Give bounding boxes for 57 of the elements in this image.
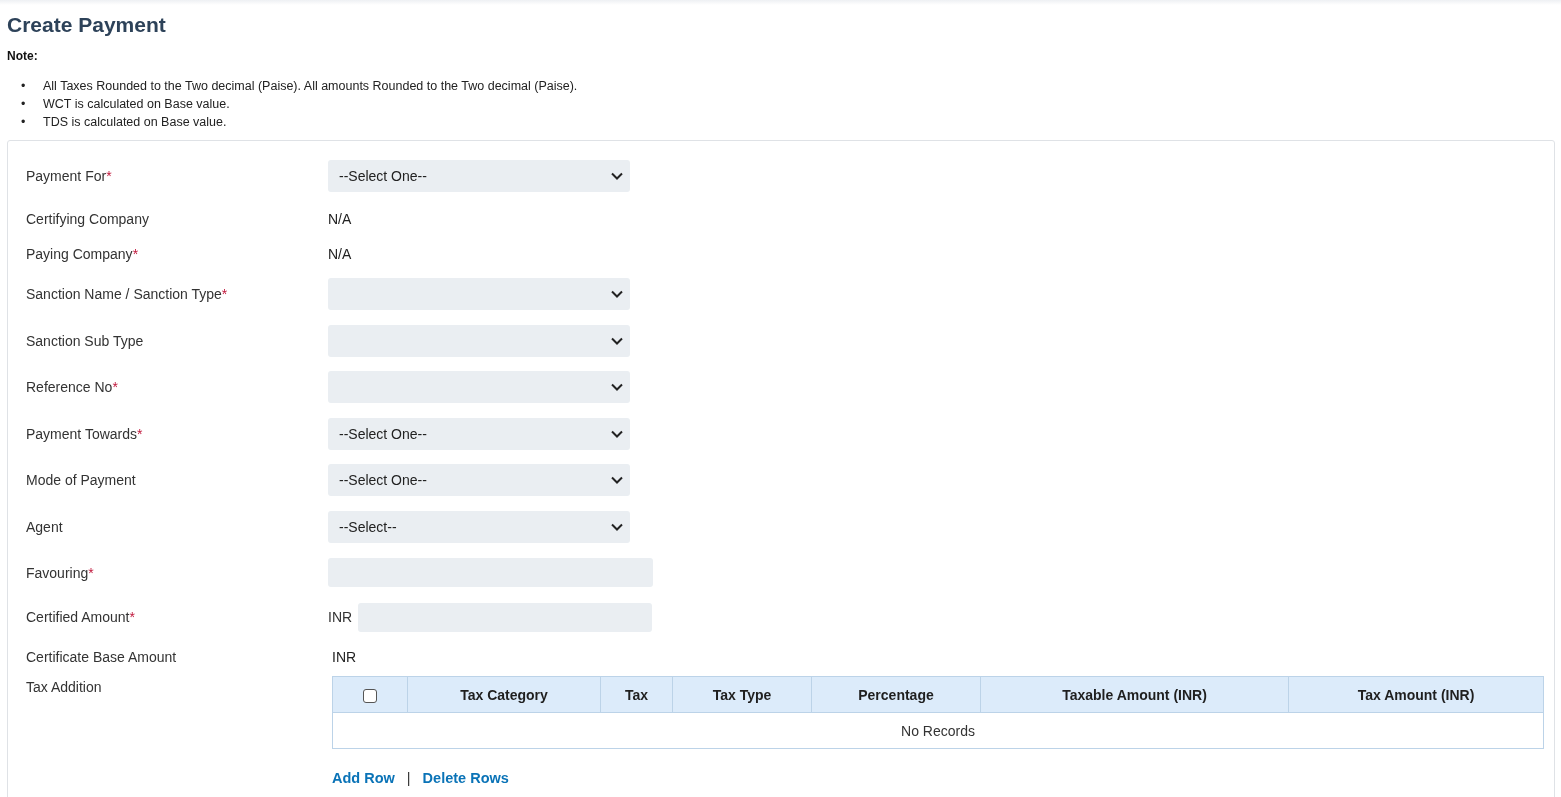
separator: | [406,770,411,786]
field-label: Mode of Payment [26,472,137,489]
field-label: Paying Company* [26,245,140,262]
column-header: Tax Category [407,676,601,713]
chevron-down-icon [611,290,623,299]
dropdown[interactable]: --Select One-- [328,160,630,192]
field-value: N/A [328,210,352,227]
note-heading: Note: [7,49,39,63]
field-label: Tax Addition [26,678,103,695]
column-header: Tax [600,676,673,713]
note-item: All Taxes Rounded to the Two decimal (Paise). All amounts Rounded to the Two decimal (Paise). [43,78,578,95]
field-value: INR [332,648,357,665]
required-mark: * [137,425,143,442]
column-header: Tax Type [672,676,812,713]
required-mark: * [88,564,94,581]
field-label: Payment Towards* [26,425,144,442]
bullet: • [21,114,27,131]
column-header: Percentage [811,676,981,713]
chevron-down-icon [611,522,623,531]
field-label: Agent [26,518,64,535]
dropdown[interactable]: --Select One-- [328,464,630,497]
required-mark: * [129,609,135,625]
currency-label: INR [328,609,353,625]
column-header: Tax Amount (INR) [1288,676,1544,713]
dropdown[interactable] [328,324,630,357]
field-label: Sanction Sub Type [26,332,145,349]
field-label: Certified Amount* [26,609,136,625]
chevron-down-icon [611,383,623,392]
chevron-down-icon [611,172,623,180]
field-label: Favouring* [26,564,95,581]
column-header: Taxable Amount (INR) [980,676,1289,713]
required-mark: * [112,379,118,396]
field-value: N/A [328,245,352,262]
note-item: TDS is calculated on Base value. [43,114,227,131]
dropdown[interactable] [328,278,630,311]
required-mark: * [106,168,112,184]
dropdown[interactable] [328,371,630,404]
note-item: WCT is calculated on Base value. [43,96,230,113]
dropdown[interactable]: --Select One-- [328,417,630,450]
empty-message: No Records [332,712,1544,749]
required-mark: * [221,286,228,303]
field-label: Sanction Name / Sanction Type* [26,286,229,303]
select-all-checkbox[interactable] [363,688,377,703]
chevron-down-icon [611,429,623,438]
chevron-down-icon [611,476,623,485]
field-label: Reference No* [26,379,119,396]
field-label: Certifying Company [26,210,150,227]
page-title: Create Payment [7,12,167,38]
field-label: Certificate Base Amount [26,648,178,665]
delete-rows-link[interactable]: Delete Rows [422,770,509,786]
required-mark: * [132,245,139,262]
bullet: • [21,78,27,95]
dropdown[interactable]: --Select-- [328,510,630,543]
add-row-link[interactable]: Add Row [332,770,395,786]
field-label: Payment For* [26,168,113,184]
bullet: • [21,96,27,113]
chevron-down-icon [611,336,623,345]
